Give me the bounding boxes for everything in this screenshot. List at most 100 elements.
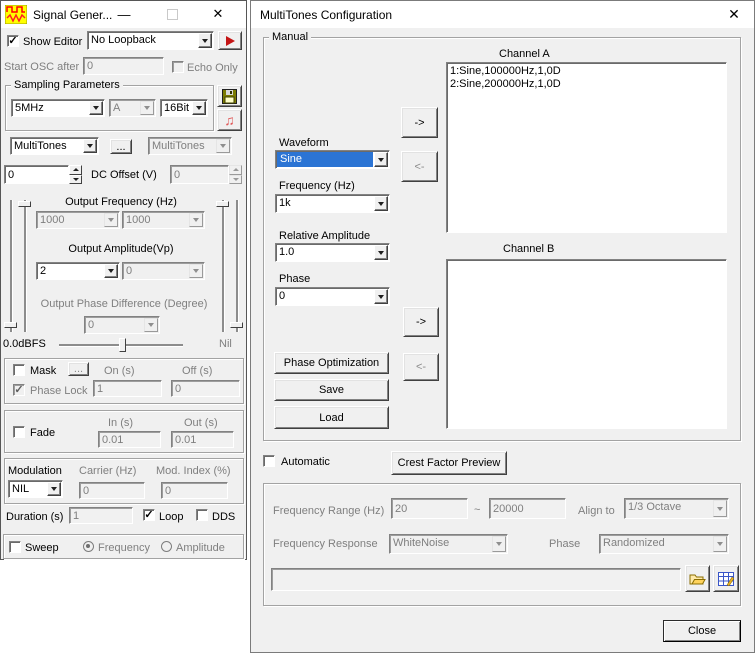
frequency-value: 1k bbox=[276, 195, 373, 212]
fade-out-label: Out (s) bbox=[184, 417, 218, 429]
chevron-down-icon[interactable] bbox=[374, 289, 388, 304]
list-item[interactable]: 1:Sine,100000Hz,1,0D bbox=[450, 65, 723, 78]
waveform-a-value: MultiTones bbox=[11, 138, 82, 154]
close-button[interactable]: ✕ bbox=[721, 1, 747, 27]
waveform-b-select: MultiTones bbox=[148, 137, 232, 155]
relative-amplitude-value: 1.0 bbox=[276, 244, 373, 261]
waveform-b-value: MultiTones bbox=[149, 138, 215, 154]
echo-only-checkbox[interactable] bbox=[172, 61, 184, 73]
chevron-down-icon[interactable] bbox=[198, 33, 212, 48]
sweep-label: Sweep bbox=[25, 542, 59, 554]
spin-up-icon[interactable] bbox=[69, 165, 82, 175]
frequency-label: Frequency (Hz) bbox=[279, 180, 355, 192]
add-to-channel-a-button[interactable]: -> bbox=[401, 107, 438, 138]
remove-from-channel-b-button: <- bbox=[403, 353, 439, 381]
list-item[interactable]: 2:Sine,200000Hz,1,0D bbox=[450, 78, 723, 91]
waveform-select[interactable]: Sine bbox=[275, 150, 390, 169]
channel-a-list[interactable]: 1:Sine,100000Hz,1,0D 2:Sine,200000Hz,1,0… bbox=[446, 62, 727, 233]
phase-optimization-button[interactable]: Phase Optimization bbox=[274, 352, 389, 374]
close-button[interactable]: ✕ bbox=[205, 1, 231, 27]
maximize-button bbox=[159, 1, 185, 27]
fade-checkbox[interactable] bbox=[13, 426, 25, 438]
amplitude-b-outer-slider-track[interactable] bbox=[236, 200, 238, 332]
sampling-rate-select[interactable]: 5MHz bbox=[11, 99, 105, 117]
sampling-channel-select: A bbox=[109, 99, 156, 117]
multitones-titlebar: MultiTones Configuration ✕ bbox=[251, 1, 754, 28]
waveform-more-button[interactable]: ... bbox=[110, 139, 132, 154]
sweep-checkbox[interactable] bbox=[9, 541, 21, 553]
crest-factor-preview-button[interactable]: Crest Factor Preview bbox=[391, 451, 507, 475]
chevron-down-icon[interactable] bbox=[374, 196, 388, 211]
dds-checkbox[interactable] bbox=[196, 509, 208, 521]
echo-only-label: Echo Only bbox=[187, 62, 238, 74]
mask-off-label: Off (s) bbox=[182, 365, 212, 377]
loopback-select[interactable]: No Loopback bbox=[87, 31, 214, 50]
amplitude-a-outer-slider-track[interactable] bbox=[10, 200, 12, 332]
chevron-down-icon bbox=[144, 318, 158, 332]
amplitude-b-outer-slider-thumb[interactable] bbox=[230, 322, 243, 328]
window-title: Signal Gener... bbox=[33, 8, 112, 22]
amplitude-a-select[interactable]: 2 bbox=[36, 262, 120, 280]
amplitude-b-inner-slider-track[interactable] bbox=[222, 200, 224, 332]
mask-checkbox[interactable] bbox=[13, 364, 25, 376]
modulation-select[interactable]: NIL bbox=[8, 480, 63, 498]
chevron-down-icon[interactable] bbox=[374, 152, 388, 167]
chevron-down-icon[interactable] bbox=[374, 245, 388, 260]
dc-offset-a-stepper[interactable] bbox=[69, 165, 82, 184]
frequency-range-label: Frequency Range (Hz) bbox=[273, 505, 384, 517]
align-to-select: 1/3 Octave bbox=[624, 498, 729, 519]
phase-select[interactable]: 0 bbox=[275, 287, 390, 306]
load-button[interactable]: Load bbox=[274, 406, 389, 429]
phase-value: 0 bbox=[276, 288, 373, 305]
add-to-channel-b-button[interactable]: -> bbox=[403, 307, 439, 337]
chevron-down-icon[interactable] bbox=[89, 101, 103, 115]
frequency-select[interactable]: 1k bbox=[275, 194, 390, 213]
channel-b-list[interactable] bbox=[446, 259, 727, 429]
frequency-response-select: WhiteNoise bbox=[389, 534, 508, 554]
show-editor-checkbox[interactable]: ✓ bbox=[7, 35, 19, 47]
close-dialog-button[interactable]: Close bbox=[663, 620, 741, 642]
amplitude-b-inner-slider-thumb[interactable] bbox=[216, 201, 229, 207]
chevron-down-icon[interactable] bbox=[104, 264, 118, 278]
minimize-button[interactable]: — bbox=[111, 1, 137, 27]
open-folder-icon bbox=[689, 572, 706, 586]
amplitude-b-value: 0 bbox=[123, 263, 188, 279]
frequency-range-from-input bbox=[391, 498, 468, 519]
dbfs-label: 0.0dBFS bbox=[3, 338, 46, 350]
mask-on-label: On (s) bbox=[104, 365, 135, 377]
chevron-down-icon[interactable] bbox=[192, 101, 206, 115]
loop-checkbox[interactable]: ✓ bbox=[143, 509, 155, 521]
channel-a-label: Channel A bbox=[499, 48, 550, 60]
phase-difference-value: 0 bbox=[85, 317, 143, 333]
sampling-channel-value: A bbox=[110, 100, 139, 116]
table-grid-icon bbox=[718, 572, 734, 586]
chevron-down-icon bbox=[216, 139, 230, 153]
edit-table-button[interactable] bbox=[713, 565, 739, 592]
save-button[interactable]: Save bbox=[274, 379, 389, 401]
chevron-down-icon[interactable] bbox=[83, 139, 97, 153]
save-signal-button[interactable] bbox=[217, 85, 242, 107]
browse-file-button[interactable] bbox=[685, 565, 710, 592]
amplitude-a-outer-slider-thumb[interactable] bbox=[4, 322, 17, 328]
spin-down-icon[interactable] bbox=[69, 175, 82, 185]
amplitude-a-inner-slider-thumb[interactable] bbox=[18, 201, 31, 207]
amplitude-a-inner-slider-track[interactable] bbox=[24, 200, 26, 332]
dbfs-slider-thumb[interactable] bbox=[119, 338, 126, 352]
start-osc-input[interactable] bbox=[83, 57, 164, 75]
stream-editor-button[interactable]: ♫ bbox=[217, 109, 242, 131]
chevron-down-icon[interactable] bbox=[47, 482, 61, 496]
phase-label: Phase bbox=[279, 273, 310, 285]
dds-label: DDS bbox=[212, 511, 235, 523]
waveform-a-select[interactable]: MultiTones bbox=[10, 137, 99, 155]
play-button[interactable] bbox=[218, 31, 242, 50]
loop-label: Loop bbox=[159, 511, 183, 523]
chevron-down-icon bbox=[713, 500, 727, 517]
chevron-down-icon bbox=[104, 213, 118, 227]
mod-index-label: Mod. Index (%) bbox=[156, 465, 231, 477]
chevron-down-icon bbox=[140, 101, 154, 115]
relative-amplitude-select[interactable]: 1.0 bbox=[275, 243, 390, 262]
sampling-bits-select[interactable]: 16Bit bbox=[160, 99, 208, 117]
automatic-checkbox[interactable] bbox=[263, 455, 275, 467]
output-frequency-label: Output Frequency (Hz) bbox=[36, 196, 206, 208]
dc-offset-a-input[interactable] bbox=[4, 165, 69, 184]
